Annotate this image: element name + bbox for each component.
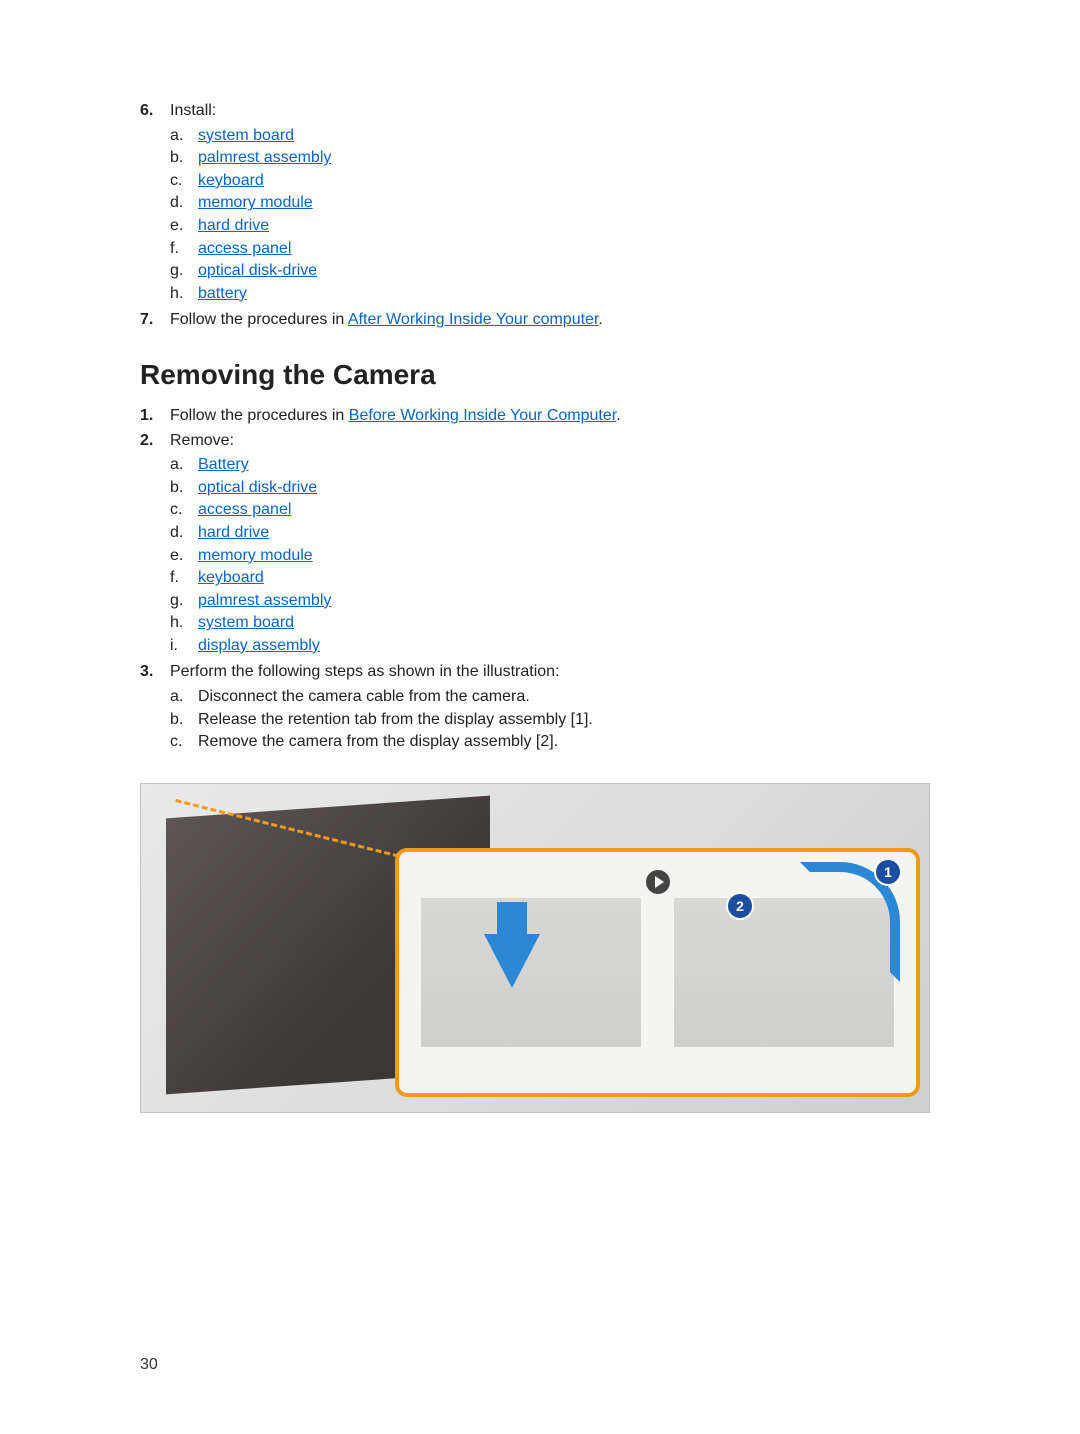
install-list-item: b.palmrest assembly (170, 147, 331, 169)
install-list-letter: b. (170, 147, 198, 169)
rstep-3: 3. Perform the following steps as shown … (140, 661, 960, 754)
rstep-3-number: 3. (140, 661, 170, 754)
install-list-label[interactable]: memory module (198, 192, 313, 214)
perform-list-label: Release the retention tab from the displ… (198, 709, 593, 731)
step-7-suffix: . (598, 311, 602, 328)
remove-list-letter: g. (170, 590, 198, 612)
heading-removing-camera: Removing the Camera (140, 359, 960, 391)
install-list-label[interactable]: optical disk-drive (198, 260, 317, 282)
install-list-letter: f. (170, 238, 198, 260)
remove-list-label[interactable]: hard drive (198, 522, 269, 544)
callout-badge-1: 1 (874, 858, 902, 886)
figure-inset: 2 1 (395, 848, 920, 1097)
remove-list-letter: c. (170, 499, 198, 521)
install-list-item: g.optical disk-drive (170, 260, 331, 282)
remove-list-letter: f. (170, 567, 198, 589)
perform-list-letter: a. (170, 686, 198, 708)
remove-list-label[interactable]: keyboard (198, 567, 264, 589)
remove-list-label[interactable]: memory module (198, 545, 313, 567)
arrow-down-icon (484, 934, 540, 988)
remove-list-letter: i. (170, 635, 198, 657)
remove-list-letter: h. (170, 612, 198, 634)
remove-list-label[interactable]: display assembly (198, 635, 320, 657)
step-7-prefix: Follow the procedures in (170, 311, 348, 328)
remove-list-label[interactable]: system board (198, 612, 294, 634)
install-list-item: f.access panel (170, 238, 331, 260)
step-7: 7. Follow the procedures in After Workin… (140, 309, 960, 331)
figure-camera-removal: 2 1 (140, 783, 930, 1113)
remove-list-label[interactable]: palmrest assembly (198, 590, 331, 612)
link-after-working[interactable]: After Working Inside Your computer (348, 311, 599, 328)
perform-list-letter: b. (170, 709, 198, 731)
rstep-3-text: Perform the following steps as shown in … (170, 663, 560, 680)
install-list-letter: c. (170, 170, 198, 192)
perform-list-label: Remove the camera from the display assem… (198, 731, 558, 753)
install-list-item: e.hard drive (170, 215, 331, 237)
rstep-1-suffix: . (616, 407, 620, 424)
link-before-working[interactable]: Before Working Inside Your Computer (349, 407, 616, 424)
remove-list-letter: a. (170, 454, 198, 476)
install-list-label[interactable]: access panel (198, 238, 291, 260)
step-6-number: 6. (140, 100, 170, 306)
remove-list-letter: b. (170, 477, 198, 499)
install-list-letter: h. (170, 283, 198, 305)
install-list-letter: d. (170, 192, 198, 214)
install-list-label[interactable]: hard drive (198, 215, 269, 237)
rstep-2-number: 2. (140, 430, 170, 659)
install-list-item: a.system board (170, 125, 331, 147)
remove-list-item: e.memory module (170, 545, 331, 567)
remove-list-letter: d. (170, 522, 198, 544)
remove-list-item: d.hard drive (170, 522, 331, 544)
perform-list-label: Disconnect the camera cable from the cam… (198, 686, 530, 708)
remove-list-letter: e. (170, 545, 198, 567)
install-list-label[interactable]: palmrest assembly (198, 147, 331, 169)
perform-list-item: c.Remove the camera from the display ass… (170, 731, 593, 753)
remove-list-item: c.access panel (170, 499, 331, 521)
perform-list-letter: c. (170, 731, 198, 753)
install-list-label[interactable]: system board (198, 125, 294, 147)
remove-list-item: g.palmrest assembly (170, 590, 331, 612)
install-list-letter: a. (170, 125, 198, 147)
remove-list-label[interactable]: optical disk-drive (198, 477, 317, 499)
remove-list-label[interactable]: Battery (198, 454, 249, 476)
rstep-2: 2. Remove: a.Batteryb.optical disk-drive… (140, 430, 960, 659)
remove-list-item: i.display assembly (170, 635, 331, 657)
install-list-item: h.battery (170, 283, 331, 305)
step-7-number: 7. (140, 309, 170, 331)
remove-list-item: b.optical disk-drive (170, 477, 331, 499)
remove-list-item: h.system board (170, 612, 331, 634)
perform-list-item: b.Release the retention tab from the dis… (170, 709, 593, 731)
install-list-label[interactable]: keyboard (198, 170, 264, 192)
install-list-letter: e. (170, 215, 198, 237)
install-list-item: c.keyboard (170, 170, 331, 192)
install-list-item: d.memory module (170, 192, 331, 214)
remove-list-label[interactable]: access panel (198, 499, 291, 521)
play-icon[interactable] (646, 870, 670, 894)
rstep-1: 1. Follow the procedures in Before Worki… (140, 405, 960, 427)
rstep-1-number: 1. (140, 405, 170, 427)
step-6-text: Install: (170, 102, 216, 119)
rstep-2-text: Remove: (170, 432, 234, 449)
perform-list-item: a.Disconnect the camera cable from the c… (170, 686, 593, 708)
remove-list-item: f.keyboard (170, 567, 331, 589)
remove-list-item: a.Battery (170, 454, 331, 476)
callout-badge-2: 2 (726, 892, 754, 920)
install-list-letter: g. (170, 260, 198, 282)
step-6: 6. Install: a.system boardb.palmrest ass… (140, 100, 960, 306)
install-list-label[interactable]: battery (198, 283, 247, 305)
page-number: 30 (140, 1356, 158, 1374)
rstep-1-prefix: Follow the procedures in (170, 407, 349, 424)
